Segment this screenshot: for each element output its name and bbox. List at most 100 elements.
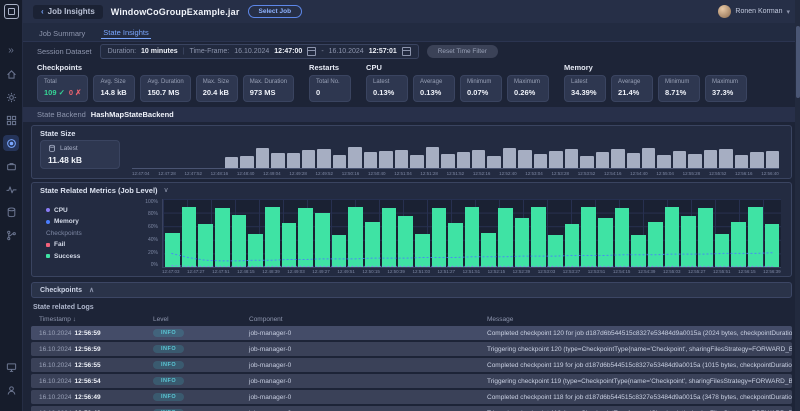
stat-card: Maximum 0.26% — [507, 75, 550, 102]
y-tick-label: 20% — [147, 249, 158, 256]
legend-success[interactable]: Success — [46, 253, 138, 260]
x-tick-label: 12:47:03 — [162, 269, 180, 274]
chevron-down-icon[interactable]: ∨ — [164, 186, 169, 194]
log-row[interactable]: 16.10.2024 12:56:54 INFO job-manager-0 Trigg… — [31, 374, 792, 388]
state-size-bars — [132, 144, 780, 169]
settings-gear-icon[interactable] — [3, 89, 19, 105]
state-size-bar — [410, 155, 424, 168]
state-backend-row: State Backend HashMapStateBackend — [23, 106, 800, 122]
x-tick-label: 12:49:28 — [289, 170, 307, 176]
sidebar-collapse-icon[interactable]: » — [3, 43, 19, 59]
state-size-bar — [564, 148, 579, 168]
state-related-logs: State related Logs Timestamp ↓ Level Com… — [31, 300, 792, 411]
state-size-bar — [425, 147, 440, 168]
x-tick-label: 12:56:16 — [735, 170, 753, 176]
x-tick-label: 12:54:16 — [603, 170, 622, 176]
log-level: INFO — [153, 345, 249, 353]
checkpoint-fail-count: 0 ✗ — [68, 87, 82, 97]
database-icon[interactable] — [3, 204, 19, 220]
state-size-bar — [394, 149, 409, 168]
user-icon[interactable] — [3, 382, 19, 398]
stat-card: Latest 0.13% — [366, 75, 409, 102]
state-size-bar — [456, 151, 470, 168]
x-tick-label: 12:49:52 — [315, 170, 334, 176]
scrollbar-thumb[interactable] — [795, 26, 800, 98]
desktop-monitor-icon[interactable] — [3, 359, 19, 375]
log-timestamp: 16.10.2024 12:56:54 — [39, 378, 153, 385]
state-size-bar — [471, 150, 486, 168]
home-icon[interactable] — [3, 66, 19, 82]
calendar-icon[interactable] — [307, 47, 317, 56]
state-size-bar — [317, 149, 331, 168]
log-level-badge: INFO — [153, 361, 185, 369]
log-level-badge: INFO — [153, 393, 185, 401]
log-row[interactable]: 16.10.2024 12:56:49 INFO job-manager-0 Compl… — [31, 390, 792, 404]
column-component[interactable]: Component — [249, 316, 487, 323]
x-tick-label: 12:54:15 — [612, 269, 631, 274]
section-title: Job Insights — [47, 7, 95, 16]
logs-title: State related Logs — [33, 304, 94, 311]
success-square-icon — [46, 254, 50, 258]
column-level[interactable]: Level — [153, 316, 249, 323]
log-row[interactable]: 16.10.2024 12:56:59 INFO job-manager-0 Compl… — [31, 326, 792, 340]
select-job-button[interactable]: Select Job — [247, 5, 303, 18]
column-message[interactable]: Message — [487, 316, 792, 323]
stat-card-label: Max. Duration — [249, 79, 288, 85]
log-date: 16.10.2024 — [39, 361, 72, 369]
stat-card-value: 973 MS — [249, 87, 276, 97]
stats-cards: Total No. 0 — [309, 75, 352, 102]
tab-job-summary[interactable]: Job Summary — [37, 28, 87, 39]
x-tick-label: 12:54:40 — [630, 170, 648, 176]
column-timestamp[interactable]: Timestamp ↓ — [39, 316, 153, 323]
stat-card-value: 21.4% — [618, 87, 640, 97]
log-component: job-manager-0 — [249, 393, 292, 401]
stats-group: Checkpoints Total 109 ✓ 0 ✗ Avg. Size 14.8 kB… — [37, 63, 295, 102]
checkpoints-section-header[interactable]: Checkpoints ∧ — [31, 282, 792, 298]
log-row[interactable]: 16.10.2024 12:56:59 INFO job-manager-0 Trigg… — [31, 342, 792, 356]
stat-card-value: 0.07% — [467, 87, 489, 97]
checkpoint-success-count: 109 ✓ — [44, 87, 65, 97]
logs-table-header: Timestamp ↓ Level Component Message — [31, 314, 792, 326]
stat-card-value: 0.13% — [420, 87, 442, 97]
legend-cpu[interactable]: CPU — [46, 207, 138, 214]
state-backend-label: State Backend — [37, 109, 86, 119]
tab-state-insights[interactable]: State Insights — [101, 27, 151, 39]
log-row[interactable]: 16.10.202412:56:49INFOjob-manager-0Trigg… — [31, 406, 792, 411]
pipeline-branch-icon[interactable] — [3, 227, 19, 243]
state-size-bar — [580, 155, 594, 168]
checkpoints-section-title: Checkpoints — [40, 286, 83, 294]
stat-card-value: 37.3% — [712, 87, 734, 97]
stat-card-label: Average — [618, 79, 641, 85]
stat-card: Avg. Size 14.8 kB — [93, 75, 136, 102]
x-tick-label: 12:54:39 — [637, 269, 656, 274]
activity-metrics-icon[interactable] — [3, 181, 19, 197]
state-size-bar — [657, 154, 671, 168]
stats-group-title: CPU — [366, 63, 382, 72]
log-row[interactable]: 16.10.2024 12:56:55 INFO job-manager-0 Compl… — [31, 358, 792, 372]
database-icon — [49, 144, 55, 152]
legend-fail[interactable]: Fail — [46, 241, 138, 248]
job-insights-breadcrumb[interactable]: ‹ Job Insights — [33, 4, 103, 19]
calendar-icon[interactable] — [401, 47, 411, 56]
log-message: Triggering checkpoint 119 (type=Checkpoi… — [487, 377, 792, 385]
latest-state-size-value: 11.48 kB — [48, 154, 83, 165]
job-insights-icon[interactable] — [3, 135, 19, 151]
user-menu[interactable]: Ronen Korman ▾ — [718, 5, 790, 18]
legend-memory[interactable]: Memory — [46, 218, 138, 225]
jobs-briefcase-icon[interactable] — [3, 158, 19, 174]
x-tick-label: 12:55:04 — [656, 170, 674, 176]
x-tick-label: 12:53:51 — [587, 269, 606, 274]
state-size-bar — [765, 151, 780, 168]
state-size-bar — [379, 151, 393, 168]
state-size-bar — [688, 153, 702, 168]
reset-time-filter-button[interactable]: Reset Time Filter — [426, 45, 498, 58]
state-size-bar — [240, 155, 254, 168]
x-tick-label: 12:51:28 — [420, 170, 438, 176]
metrics-legend: CPU Memory Checkpoints Fail Success — [40, 199, 138, 275]
state-metrics-title: State Related Metrics (Job Level) — [40, 185, 158, 195]
x-tick-label: 12:47:51 — [212, 269, 230, 274]
dashboard-grid-icon[interactable] — [3, 112, 19, 128]
scrollbar-track[interactable] — [795, 0, 800, 411]
duration-label: Duration: — [107, 48, 137, 55]
stat-card-value: 34.39% — [571, 87, 597, 97]
